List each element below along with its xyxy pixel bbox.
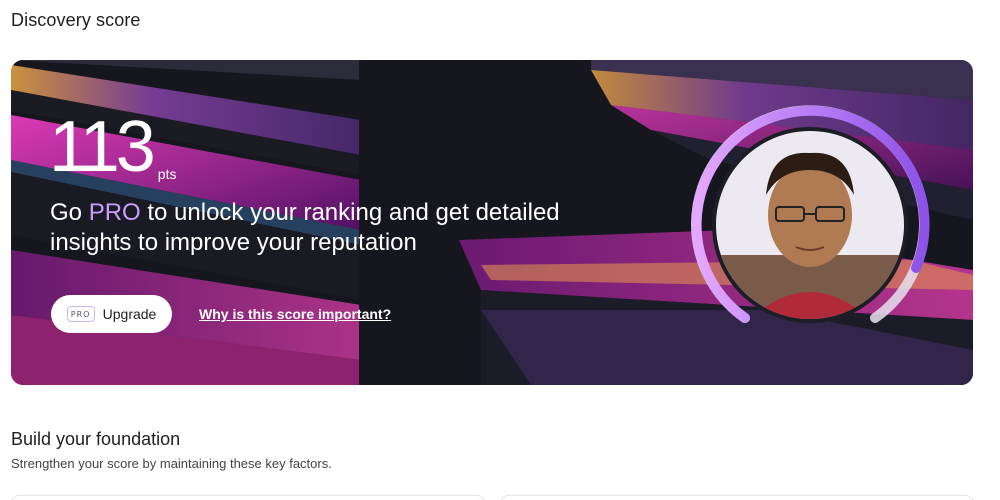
page: Discovery score 113 pts Go PRO to unlock… bbox=[0, 0, 1000, 500]
why-score-important-link[interactable]: Why is this score important? bbox=[199, 306, 391, 322]
score-display: 113 pts bbox=[49, 107, 177, 187]
score-unit: pts bbox=[157, 166, 177, 182]
upgrade-message: Go PRO to unlock your ranking and get de… bbox=[50, 198, 610, 258]
score-value: 113 bbox=[49, 107, 156, 187]
foundation-subtitle: Strengthen your score by maintaining the… bbox=[11, 456, 332, 471]
factor-card[interactable] bbox=[500, 495, 974, 500]
section-title: Discovery score bbox=[11, 10, 141, 30]
discovery-score-banner: 113 pts Go PRO to unlock your ranking an… bbox=[11, 60, 973, 385]
cta-pro-word: PRO bbox=[88, 199, 141, 226]
cta-prefix: Go bbox=[50, 199, 89, 226]
upgrade-button-label: Upgrade bbox=[102, 306, 157, 322]
pro-badge-icon: PRO bbox=[66, 306, 95, 322]
upgrade-button[interactable]: PRO Upgrade bbox=[51, 295, 172, 333]
factor-card[interactable] bbox=[11, 495, 485, 500]
foundation-title: Build your foundation bbox=[11, 429, 181, 449]
